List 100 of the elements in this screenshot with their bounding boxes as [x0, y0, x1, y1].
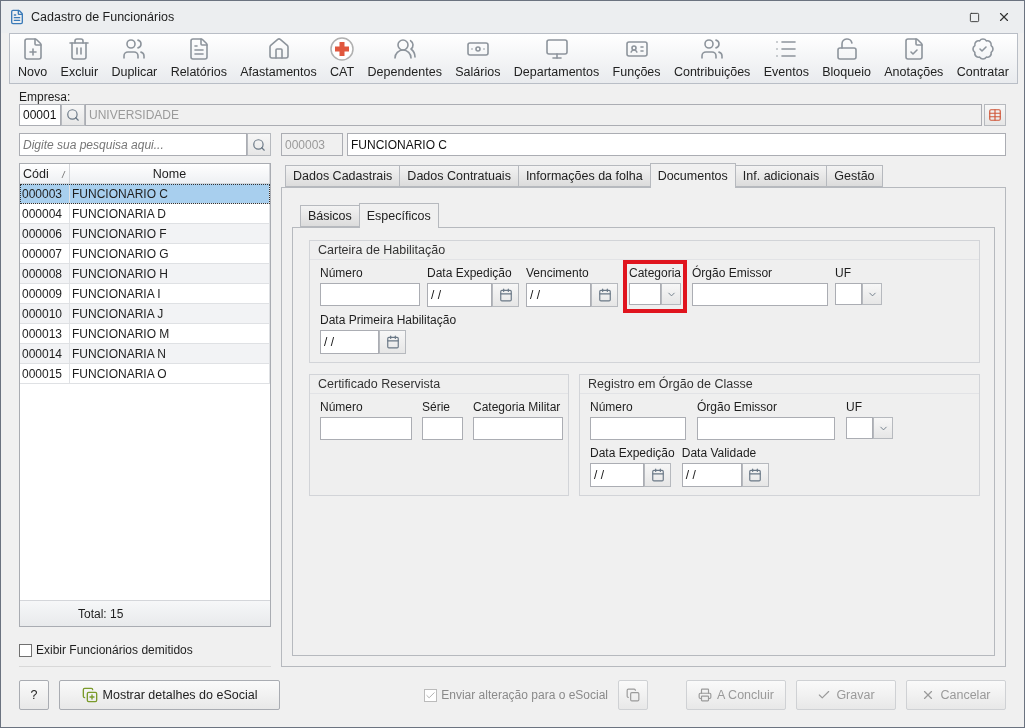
field-label: Número	[320, 400, 363, 415]
table-button[interactable]	[984, 104, 1006, 126]
text-field[interactable]	[590, 417, 686, 440]
group-title: Certificado Reservista	[310, 375, 568, 394]
group-title: Carteira de Habilitação	[310, 241, 979, 260]
field-label: Empresa:	[19, 90, 71, 104]
table-row[interactable]: 000003 FUNCIONARIO C	[20, 184, 270, 204]
employee-code-field: 000003	[281, 133, 343, 156]
calendar-button[interactable]	[379, 330, 406, 354]
field-label: Número	[320, 266, 363, 281]
table-row[interactable]: 000006 FUNCIONARIO F	[20, 224, 270, 244]
date-field[interactable]: / /	[681, 463, 742, 487]
tab[interactable]: Inf. adicionais	[734, 165, 828, 187]
tab[interactable]: Informações da folha	[517, 165, 651, 187]
tab[interactable]: Básicos	[300, 205, 360, 227]
search-button[interactable]	[247, 133, 271, 156]
dropdown-button[interactable]	[661, 283, 681, 305]
table-footer: Total: 15	[20, 600, 270, 626]
table-row[interactable]: 000004 FUNCIONARIA D	[20, 204, 270, 224]
calendar-button[interactable]	[741, 463, 769, 487]
toolbar-button[interactable]: Excluir	[58, 37, 101, 79]
dropdown-field[interactable]	[629, 283, 661, 305]
toolbar-button[interactable]: Novo	[16, 37, 50, 79]
search-button[interactable]	[61, 104, 85, 126]
field-label: Data Validade	[681, 446, 757, 461]
table-row[interactable]: 000007 FUNCIONARIO G	[20, 244, 270, 264]
table-cell: FUNCIONARIO G	[70, 244, 270, 263]
table-row[interactable]: 000008 FUNCIONARIO H	[20, 264, 270, 284]
dropdown-button[interactable]	[873, 417, 893, 439]
dropdown-field[interactable]	[846, 417, 873, 439]
table-cell: 000003	[20, 184, 70, 203]
copy-icon	[626, 688, 640, 702]
search-field[interactable]: Digite sua pesquisa aqui...	[19, 133, 247, 156]
toolbar-button[interactable]: Contribuições	[671, 37, 753, 79]
calendar-icon	[650, 468, 665, 482]
calendar-button[interactable]	[591, 283, 618, 307]
toolbar-button[interactable]: Dependentes	[365, 37, 444, 79]
company-name-field: UNIVERSIDADE	[85, 104, 982, 126]
toolbar-button[interactable]: Departamentos	[511, 37, 602, 79]
table-cell: FUNCIONARIA J	[70, 304, 270, 323]
table-row[interactable]: 000009 FUNCIONARIA I	[20, 284, 270, 304]
table-cell: 000007	[20, 244, 70, 263]
toolbar-button[interactable]: CAT	[328, 37, 357, 79]
toolbar-button[interactable]: Anotações	[882, 37, 946, 79]
toolbar-button[interactable]: Relatórios	[168, 37, 229, 79]
text-field[interactable]	[692, 283, 829, 306]
app-icon	[9, 9, 25, 25]
toolbar-button[interactable]: Contratar	[954, 37, 1011, 79]
table-cell: FUNCIONARIA N	[70, 344, 270, 363]
esocial-details-button[interactable]: Mostrar detalhes do eSocial	[59, 680, 280, 710]
text-field[interactable]	[473, 417, 563, 440]
checkbox[interactable]: Exibir Funcionários demitidos	[19, 643, 271, 657]
tab[interactable]: Dados Contratuais	[399, 165, 519, 187]
date-field[interactable]: / /	[320, 330, 379, 354]
toolbar-button[interactable]: Eventos	[761, 37, 811, 79]
check-icon	[817, 688, 832, 702]
toolbar-button[interactable]: Bloqueio	[820, 37, 873, 79]
toolbar-button[interactable]: Afastamentos	[238, 37, 319, 79]
table-cell: 000004	[20, 204, 70, 223]
table-cell: FUNCIONARIA O	[70, 364, 270, 383]
tab[interactable]: Específicos	[358, 203, 439, 228]
table-row[interactable]: 000010 FUNCIONARIA J	[20, 304, 270, 324]
table-cell: FUNCIONARIO M	[70, 324, 270, 343]
calendar-button[interactable]	[644, 463, 671, 487]
tab[interactable]: Gestão	[826, 165, 883, 187]
field-label: UF	[846, 400, 862, 415]
field-label: Vencimento	[526, 266, 589, 281]
toolbar-button[interactable]: Salários	[453, 37, 503, 79]
help-button[interactable]: ?	[19, 680, 49, 710]
calendar-icon	[498, 288, 513, 302]
monitor-icon	[544, 37, 569, 61]
table-cell: 000006	[20, 224, 70, 243]
company-code-field[interactable]: 00001	[19, 104, 61, 126]
text-field[interactable]	[697, 417, 835, 440]
employee-name-field[interactable]: FUNCIONARIO C	[347, 133, 1006, 156]
toolbar-button[interactable]: Funções	[610, 37, 663, 79]
dropdown-button[interactable]	[862, 283, 883, 305]
window-title: Cadastro de Funcionários	[31, 10, 176, 24]
table-cell: FUNCIONARIO C	[70, 184, 270, 203]
column-header[interactable]: Nome	[70, 164, 270, 184]
tab[interactable]: Dados Cadastrais	[285, 165, 401, 187]
tab[interactable]: Documentos	[649, 163, 736, 188]
toolbar-button[interactable]: Duplicar	[109, 37, 160, 79]
table-cell: 000014	[20, 344, 70, 363]
date-field[interactable]: / /	[590, 463, 644, 487]
table-cell: 000013	[20, 324, 70, 343]
table-row[interactable]: 000015 FUNCIONARIA O	[20, 364, 270, 384]
text-field[interactable]	[422, 417, 463, 440]
date-field[interactable]: / /	[526, 283, 591, 307]
copy-button[interactable]	[618, 680, 648, 710]
date-field[interactable]: / /	[427, 283, 492, 307]
text-field[interactable]	[320, 283, 420, 306]
column-header[interactable]: Códi	[20, 164, 70, 184]
text-field[interactable]	[320, 417, 412, 440]
field-label: Órgão Emissor	[692, 266, 773, 281]
table-row[interactable]: 000013 FUNCIONARIO M	[20, 324, 270, 344]
dropdown-field[interactable]	[835, 283, 863, 305]
check-icon	[425, 689, 437, 701]
table-row[interactable]: 000014 FUNCIONARIA N	[20, 344, 270, 364]
calendar-button[interactable]	[492, 283, 519, 307]
